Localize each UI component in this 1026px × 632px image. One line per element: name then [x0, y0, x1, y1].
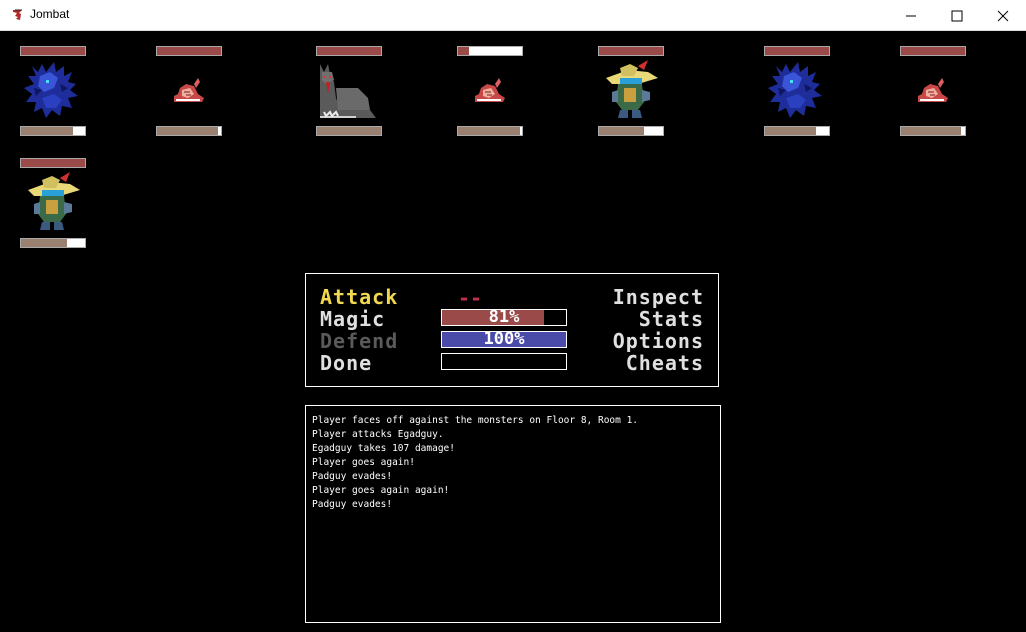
log-line: Player goes again again! [312, 485, 450, 496]
action-bar [900, 126, 966, 136]
action-bar [457, 126, 523, 136]
action-bar [598, 126, 664, 136]
hp-bar [598, 46, 664, 56]
adventurer-sprite [28, 172, 80, 230]
menu-cheats[interactable]: Cheats [626, 352, 704, 374]
log-line: Padguy evades! [312, 471, 393, 482]
action-bar [764, 126, 830, 136]
hp-bar [156, 46, 222, 56]
menu-stats[interactable]: Stats [639, 308, 704, 330]
log-line: Player attacks Egadguy. [312, 429, 444, 440]
menu-done[interactable]: Done [320, 352, 372, 374]
close-icon [997, 10, 1009, 21]
blue-dragon-sprite [768, 62, 822, 118]
hp-bar [764, 46, 830, 56]
target-indicator: -- [458, 286, 483, 310]
action-bar [156, 126, 222, 136]
hp-bar [20, 158, 86, 168]
hp-bar [20, 46, 86, 56]
window-title: Jombat [30, 7, 70, 21]
minimize-icon [906, 15, 916, 16]
maximize-icon [951, 10, 963, 21]
unit-adventurer[interactable] [20, 158, 86, 250]
minimize-button[interactable] [888, 0, 934, 31]
log-line: Egadguy takes 107 damage! [312, 443, 455, 454]
battle-log: Player faces off against the monsters on… [305, 405, 721, 623]
maximize-button[interactable] [934, 0, 980, 31]
unit-snail[interactable] [900, 46, 966, 138]
unit-snail[interactable] [156, 46, 222, 138]
hp-bar [900, 46, 966, 56]
title-bar: Jombat [0, 0, 1026, 31]
command-menu: Attack Magic Defend Done -- 81% 100% Ins… [305, 273, 719, 387]
blue-dragon-sprite [24, 62, 78, 118]
gray-wolf-sprite [320, 64, 376, 118]
hp-bar [457, 46, 523, 56]
menu-defend: Defend [320, 329, 399, 353]
app-icon [10, 7, 26, 23]
unit-snail[interactable] [457, 46, 523, 138]
menu-options[interactable]: Options [613, 330, 704, 352]
unit-blue-dragon[interactable] [764, 46, 830, 138]
log-line: Padguy evades! [312, 499, 393, 510]
hp-gauge: 81% [441, 309, 567, 326]
menu-inspect[interactable]: Inspect [613, 286, 704, 308]
log-line: Player faces off against the monsters on… [312, 415, 639, 426]
sp-gauge [441, 353, 567, 370]
action-bar [20, 126, 86, 136]
action-bar [20, 238, 86, 248]
adventurer-sprite [606, 60, 658, 118]
action-bar [316, 126, 382, 136]
mp-gauge: 100% [441, 331, 567, 348]
log-line: Player goes again! [312, 457, 415, 468]
snail-sprite [918, 78, 948, 102]
battle-area: Attack Magic Defend Done -- 81% 100% Ins… [0, 31, 1026, 632]
unit-gray-wolf[interactable] [316, 46, 382, 138]
hp-bar [316, 46, 382, 56]
menu-attack[interactable]: Attack [320, 286, 398, 308]
unit-adventurer[interactable] [598, 46, 664, 138]
unit-blue-dragon[interactable] [20, 46, 86, 138]
close-button[interactable] [980, 0, 1026, 31]
snail-sprite [475, 78, 505, 102]
menu-magic[interactable]: Magic [320, 308, 385, 330]
snail-sprite [174, 78, 204, 102]
